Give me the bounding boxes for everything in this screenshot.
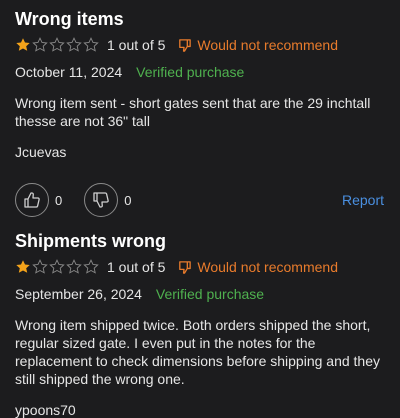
recommendation-text: Would not recommend: [197, 37, 338, 53]
star-rating: [15, 37, 99, 53]
review-meta: October 11, 2024 Verified purchase: [15, 62, 384, 82]
thumbs-down-outline-icon: [179, 38, 192, 52]
helpful-count: 0: [55, 192, 63, 208]
star-empty-icon: [66, 259, 82, 274]
review-body: Wrong item sent - short gates sent that …: [15, 95, 371, 129]
review-title: Shipments wrong: [15, 231, 167, 251]
star-rating: [15, 259, 99, 275]
thumbs-down-icon: [93, 192, 110, 208]
verified-badge: Verified purchase: [136, 64, 245, 80]
review-meta: September 26, 2024 Verified purchase: [15, 284, 384, 304]
review-author: Jcuevas: [15, 144, 67, 160]
rating-row: 1 out of 5 Would not recommend: [15, 34, 384, 56]
review-body: Wrong item shipped twice. Both orders sh…: [15, 317, 380, 387]
star-empty-icon: [32, 37, 48, 52]
review-date: September 26, 2024: [15, 286, 142, 302]
star-empty-icon: [32, 259, 48, 274]
rating-text: 1 out of 5: [107, 259, 166, 275]
helpful-vote: 0: [15, 183, 62, 217]
rating-row: 1 out of 5 Would not recommend: [15, 256, 384, 278]
star-empty-icon: [49, 259, 65, 274]
helpful-button[interactable]: [15, 183, 49, 217]
thumbs-up-icon: [24, 192, 40, 208]
star-filled-icon: [16, 38, 30, 51]
review-date: October 11, 2024: [15, 64, 123, 80]
review-author: ypoons70: [15, 402, 76, 418]
rating-text: 1 out of 5: [107, 37, 166, 53]
star-empty-icon: [49, 37, 65, 52]
recommendation: Would not recommend: [177, 37, 338, 53]
star-empty-icon: [83, 37, 99, 52]
star-filled-icon: [16, 260, 30, 273]
unhelpful-button[interactable]: [84, 183, 119, 217]
review-card: Wrong items 1 out of 5 Would not recomme…: [15, 8, 384, 218]
recommendation-text: Would not recommend: [197, 259, 338, 275]
thumbs-down-outline-icon: [179, 260, 192, 274]
unhelpful-vote: 0: [84, 183, 131, 217]
review-actions: 0 0 Report: [15, 182, 384, 218]
review-card: Shipments wrong 1 out of 5 Would not rec…: [15, 230, 384, 418]
unhelpful-count: 0: [124, 192, 132, 208]
report-link[interactable]: Report: [342, 192, 384, 208]
star-empty-icon: [83, 259, 99, 274]
verified-badge: Verified purchase: [155, 286, 265, 302]
review-title: Wrong items: [15, 9, 124, 29]
star-empty-icon: [66, 37, 82, 52]
recommendation: Would not recommend: [177, 259, 338, 275]
